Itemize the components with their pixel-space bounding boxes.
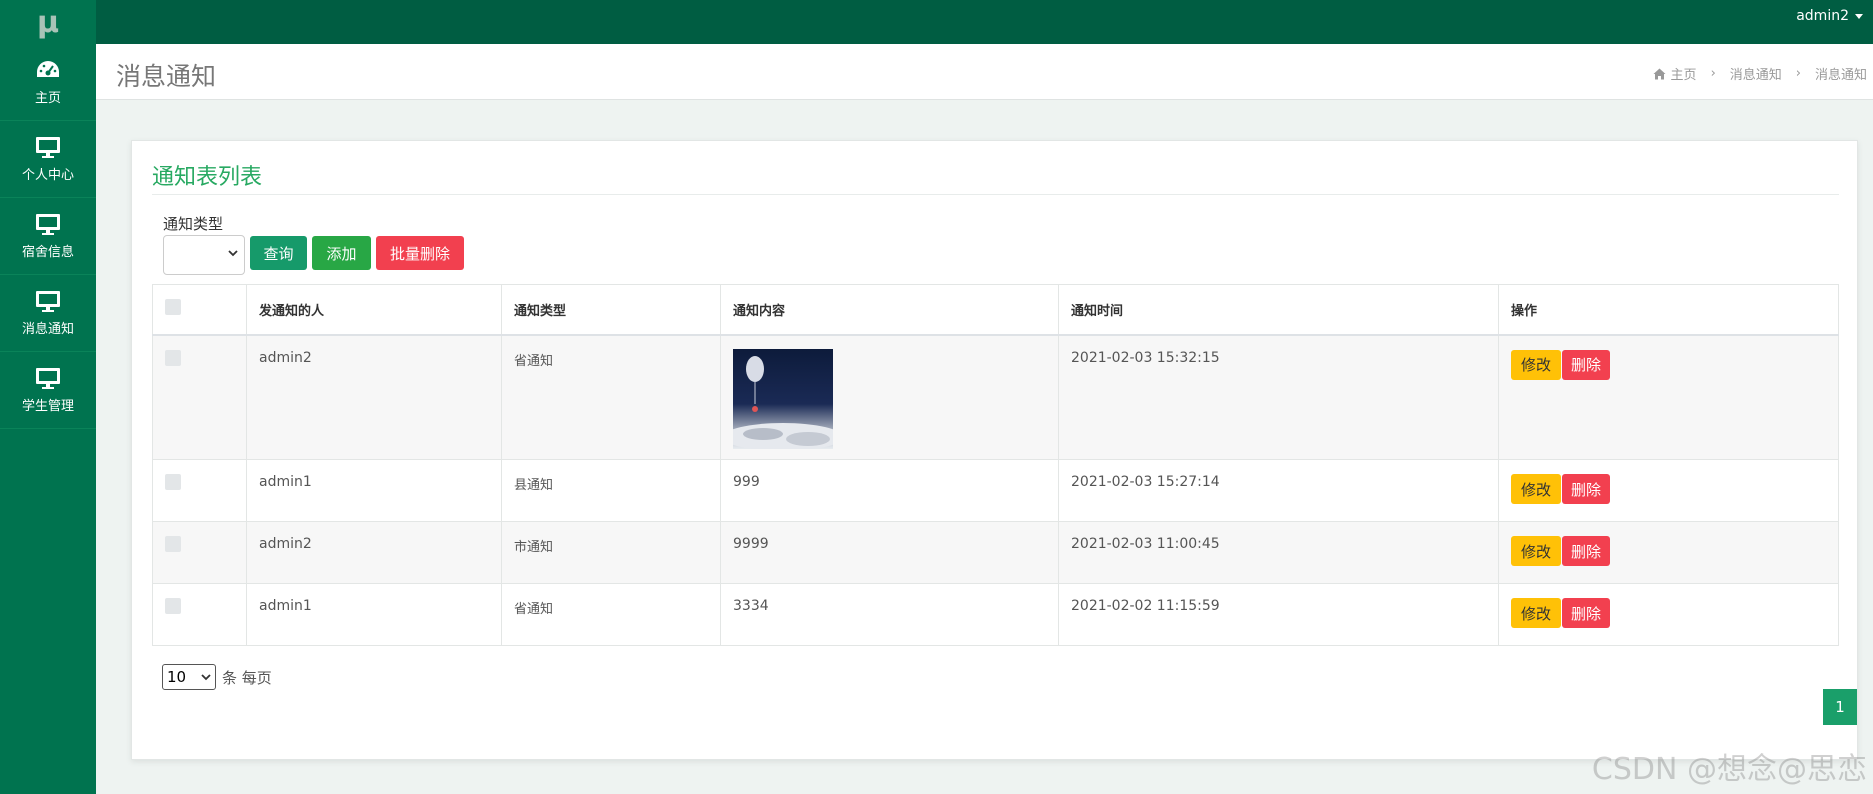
- row-checkbox[interactable]: [165, 536, 181, 552]
- breadcrumb-home[interactable]: 主页: [1671, 64, 1697, 83]
- user-menu[interactable]: admin2: [1796, 8, 1863, 24]
- chevron-down-icon: [201, 674, 211, 681]
- row-checkbox-cell: [152, 583, 247, 646]
- page-title: 消息通知: [116, 62, 217, 91]
- content-cell: 9999: [720, 521, 1059, 584]
- page-size-suffix: 条 每页: [222, 668, 272, 687]
- select-all-checkbox[interactable]: [165, 299, 181, 316]
- sidebar-item-home[interactable]: 主页: [0, 44, 96, 121]
- table-row: admin1 省通知 3334 2021-02-02 11:15:59 修改 删除: [152, 583, 1839, 646]
- balloon-image: [733, 355, 833, 449]
- column-header: 通知时间: [1058, 284, 1499, 336]
- home-icon: [1653, 68, 1666, 79]
- delete-button[interactable]: 删除: [1562, 536, 1610, 566]
- column-header: 通知内容: [720, 284, 1059, 336]
- sender-cell: admin1: [246, 459, 502, 522]
- actions-cell: 修改 删除: [1498, 334, 1839, 460]
- row-checkbox-cell: [152, 521, 247, 584]
- content-cell: 3334: [720, 583, 1059, 646]
- row-checkbox[interactable]: [165, 598, 181, 614]
- sidebar-item-label: 主页: [34, 90, 61, 106]
- notification-table: 发通知的人 通知类型 通知内容 通知时间 操作 admin2 省通知 2021-…: [152, 284, 1839, 646]
- edit-button[interactable]: 修改: [1511, 598, 1561, 628]
- monitor-icon: [36, 136, 60, 158]
- row-checkbox-cell: [152, 459, 247, 522]
- sidebar-item-personal-center[interactable]: 个人中心: [0, 121, 96, 198]
- monitor-icon: [36, 367, 60, 389]
- sender-cell: admin2: [246, 334, 502, 460]
- page-size-control: 10 条 每页: [162, 664, 272, 690]
- dashboard-icon: [37, 60, 59, 77]
- content-cell: [720, 334, 1059, 460]
- user-name: admin2: [1796, 8, 1849, 24]
- chevron-right-icon: ›: [1710, 66, 1716, 81]
- notification-list-card: 通知表列表 通知类型 查询 添加 批量删除 发通知的人 通知类型 通知内容 通知…: [131, 140, 1858, 760]
- page-size-select[interactable]: 10: [162, 664, 216, 690]
- filter-label: 通知类型: [163, 215, 224, 233]
- type-cell: 市通知: [501, 521, 721, 584]
- breadcrumb-notifications[interactable]: 消息通知: [1730, 64, 1782, 83]
- table-row: admin2 省通知 2021-02-03 15:32:15 修改 删除: [152, 334, 1839, 460]
- pagination-page-1[interactable]: 1: [1823, 689, 1857, 725]
- delete-button[interactable]: 删除: [1562, 349, 1610, 380]
- table-header-row: 发通知的人 通知类型 通知内容 通知时间 操作: [152, 284, 1839, 336]
- page-header: 消息通知 主页 › 消息通知 › 消息通知: [96, 44, 1873, 100]
- app-logo[interactable]: μ: [0, 0, 96, 44]
- chevron-right-icon: ›: [1795, 66, 1801, 81]
- type-cell: 省通知: [501, 583, 721, 646]
- page-size-value: 10: [167, 668, 187, 686]
- sidebar-item-student-management[interactable]: 学生管理: [0, 352, 96, 429]
- actions-cell: 修改 删除: [1498, 583, 1839, 646]
- top-bar: μ admin2: [0, 0, 1873, 44]
- time-cell: 2021-02-03 11:00:45: [1058, 521, 1499, 584]
- breadcrumb-current: 消息通知: [1814, 68, 1867, 83]
- edit-button[interactable]: 修改: [1511, 474, 1561, 504]
- breadcrumb: 主页 › 消息通知 › 消息通知: [1653, 64, 1867, 83]
- add-button[interactable]: 添加: [312, 236, 371, 270]
- time-cell: 2021-02-03 15:32:15: [1058, 334, 1499, 460]
- sender-cell: admin1: [246, 583, 502, 646]
- row-checkbox[interactable]: [165, 474, 181, 490]
- header-checkbox-cell: [152, 284, 247, 336]
- divider: [152, 194, 1839, 195]
- chevron-down-icon: [228, 250, 238, 257]
- edit-button[interactable]: 修改: [1511, 536, 1561, 566]
- sidebar-item-label: 个人中心: [21, 167, 74, 183]
- column-header: 发通知的人: [246, 284, 502, 336]
- actions-cell: 修改 删除: [1498, 521, 1839, 584]
- sidebar-item-notifications[interactable]: 消息通知: [0, 275, 96, 352]
- actions-cell: 修改 删除: [1498, 459, 1839, 522]
- sidebar: 主页 个人中心 宿舍信息 消息通知 学生管理: [0, 44, 96, 794]
- time-cell: 2021-02-03 15:27:14: [1058, 459, 1499, 522]
- notification-type-select[interactable]: [163, 235, 245, 275]
- watermark: CSDN @想念@思恋: [1591, 752, 1867, 787]
- sidebar-item-label: 消息通知: [21, 321, 74, 337]
- content-thumbnail-image[interactable]: [733, 348, 833, 449]
- time-cell: 2021-02-02 11:15:59: [1058, 583, 1499, 646]
- type-cell: 县通知: [501, 459, 721, 522]
- sidebar-item-label: 宿舍信息: [21, 244, 74, 260]
- table-row: admin2 市通知 9999 2021-02-03 11:00:45 修改 删除: [152, 521, 1839, 584]
- sidebar-item-dorm-info[interactable]: 宿舍信息: [0, 198, 96, 275]
- card-title: 通知表列表: [152, 165, 263, 190]
- type-cell: 省通知: [501, 334, 721, 460]
- column-header: 通知类型: [501, 284, 721, 336]
- monitor-icon: [36, 213, 60, 235]
- delete-button[interactable]: 删除: [1562, 598, 1610, 628]
- content-cell: 999: [720, 459, 1059, 522]
- caret-down-icon: [1855, 13, 1863, 19]
- edit-button[interactable]: 修改: [1511, 349, 1561, 380]
- delete-button[interactable]: 删除: [1562, 474, 1610, 504]
- monitor-icon: [36, 290, 60, 312]
- batch-delete-button[interactable]: 批量删除: [376, 236, 464, 270]
- sender-cell: admin2: [246, 521, 502, 584]
- query-button[interactable]: 查询: [250, 236, 307, 270]
- table-row: admin1 县通知 999 2021-02-03 15:27:14 修改 删除: [152, 459, 1839, 522]
- row-checkbox-cell: [152, 334, 247, 460]
- sidebar-item-label: 学生管理: [21, 398, 74, 414]
- row-checkbox[interactable]: [165, 349, 181, 366]
- column-header: 操作: [1498, 284, 1839, 336]
